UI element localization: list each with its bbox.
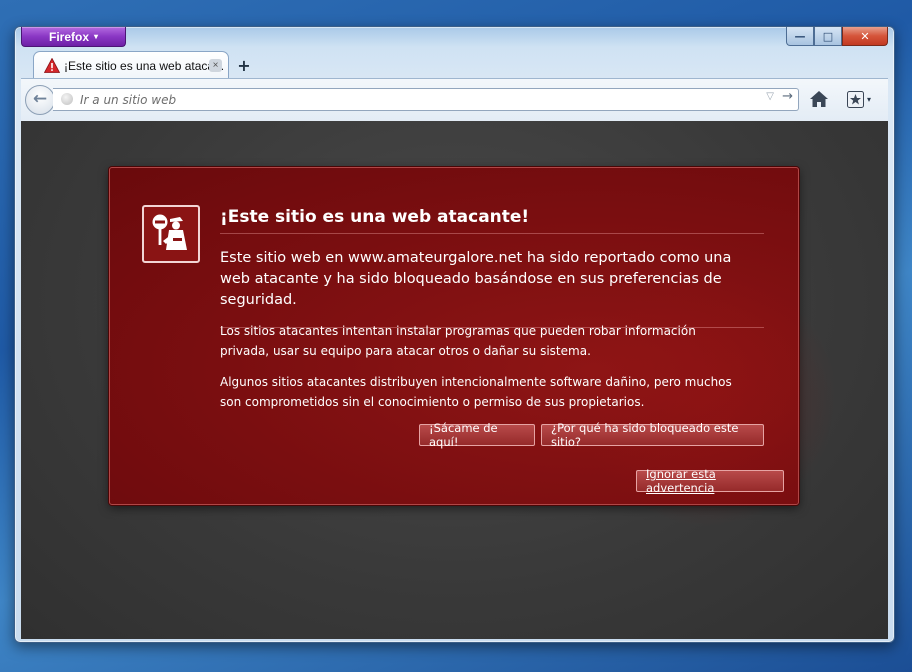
close-window-button[interactable]: ✕	[842, 27, 888, 46]
maximize-button[interactable]: □	[814, 27, 842, 46]
new-tab-button[interactable]: +	[235, 57, 253, 75]
chevron-down-icon: ▾	[94, 32, 99, 41]
page-content: ¡Este sitio es una web atacante! Este si…	[21, 121, 888, 639]
back-button[interactable]: ←	[25, 85, 55, 115]
attack-site-error-panel: ¡Este sitio es una web atacante! Este si…	[109, 167, 838, 528]
url-bar[interactable]: ▽ →	[53, 88, 799, 111]
browser-window: Firefox ▾ — □ ✕ ¡Este sitio es una web a…	[14, 26, 895, 643]
window-controls: — □ ✕	[786, 27, 888, 46]
site-identity-icon[interactable]	[61, 93, 73, 105]
get-me-out-button[interactable]: ¡Sácame de aquí!	[419, 421, 535, 449]
go-arrow-icon[interactable]: →	[782, 89, 793, 104]
firefox-menu-button[interactable]: Firefox ▾	[21, 27, 126, 47]
why-blocked-button[interactable]: ¿Por qué ha sido bloqueado este sitio?	[541, 421, 764, 449]
minimize-button[interactable]: —	[786, 27, 814, 46]
home-icon[interactable]	[808, 89, 830, 109]
tab-active[interactable]: ¡Este sitio es una web ataca... ×	[33, 51, 229, 79]
error-long-description-2: Algunos sitios atacantes distribuyen int…	[220, 375, 732, 409]
firefox-menu-label: Firefox	[48, 29, 89, 44]
error-short-description: Este sitio web en www.amateurgalore.net …	[220, 248, 764, 328]
navigation-toolbar: ← ▽ → ▾	[21, 78, 888, 122]
ignore-warning-button[interactable]: Ignorar esta advertencia	[636, 467, 784, 495]
history-dropdown-icon[interactable]: ▽	[766, 91, 774, 102]
error-long-description-1: Los sitios atacantes intentan instalar p…	[220, 324, 696, 358]
chevron-down-icon: ▾	[867, 94, 872, 104]
police-officer-blocked-icon	[142, 205, 200, 263]
bookmark-star-icon	[847, 90, 864, 108]
tab-title: ¡Este sitio es una web ataca...	[64, 58, 225, 73]
tab-close-icon[interactable]: ×	[209, 59, 222, 72]
warning-triangle-icon	[44, 58, 60, 73]
url-input[interactable]	[78, 90, 742, 109]
error-title: ¡Este sitio es una web atacante!	[220, 207, 764, 234]
bookmarks-button[interactable]: ▾	[847, 89, 883, 109]
